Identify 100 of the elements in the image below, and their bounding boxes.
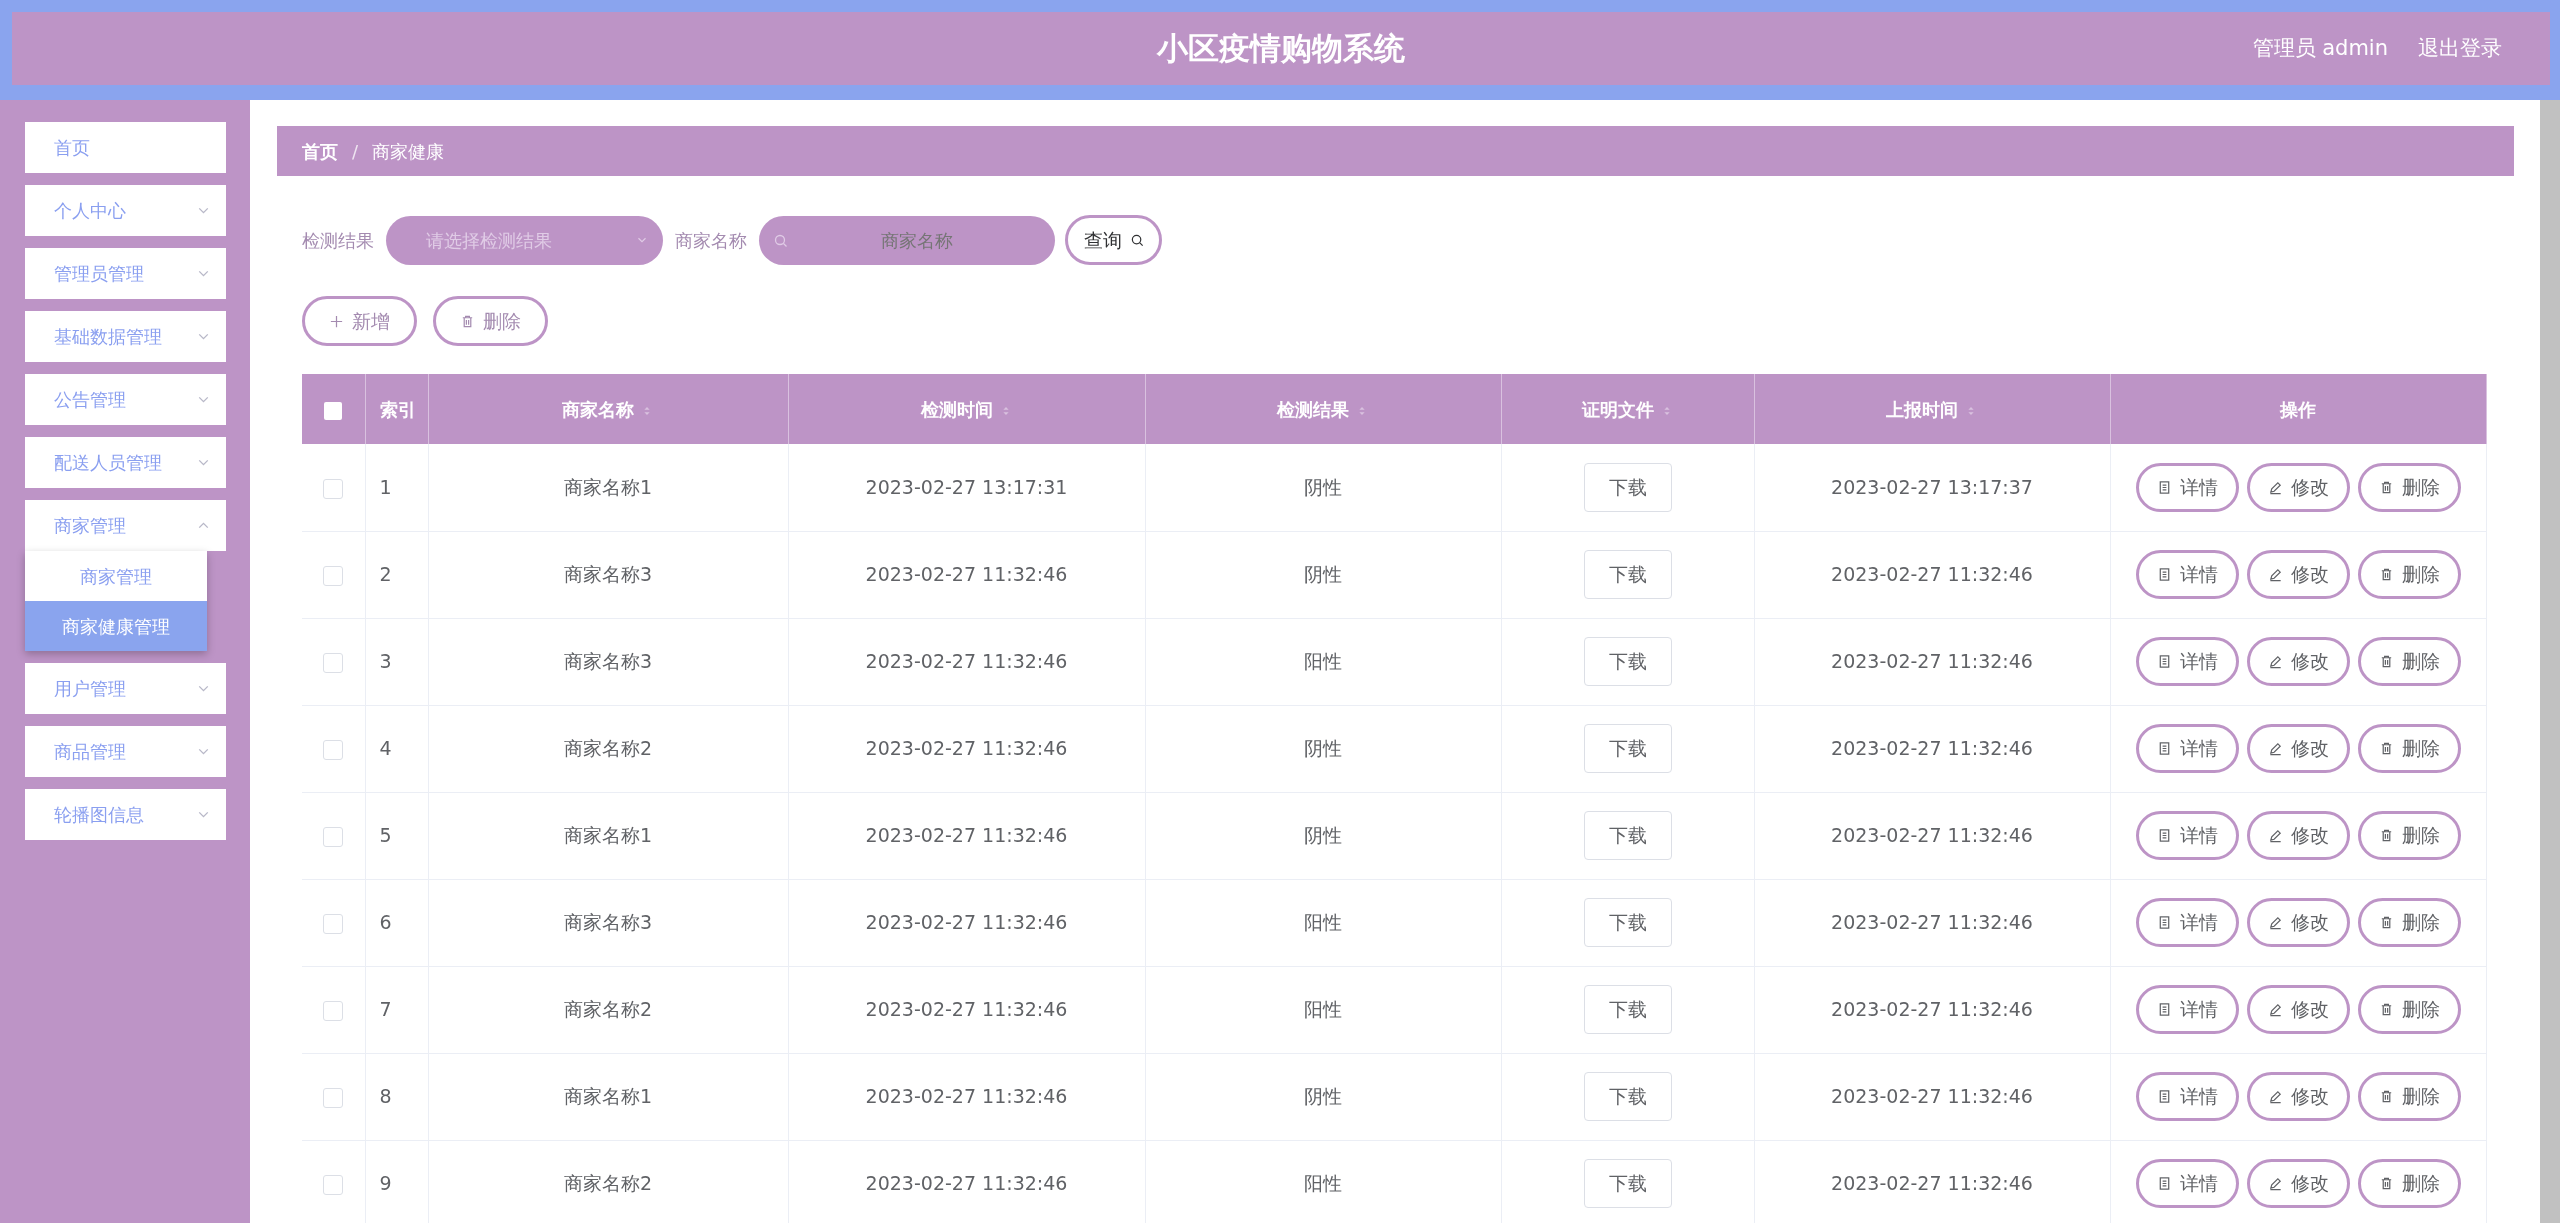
table-cell: 2023-02-27 11:32:46 (865, 563, 1068, 586)
table-cell: 阳性 (1304, 998, 1342, 1021)
download-button[interactable]: 下载 (1583, 550, 1672, 599)
filter-label: 检测结果 (302, 228, 374, 253)
table-cell: 2023-02-27 11:32:46 (1831, 737, 2033, 760)
table-cell: 阴性 (1304, 824, 1342, 847)
detail-button[interactable]: 详情 (2135, 550, 2239, 599)
table-cell: 2023-02-27 11:32:46 (865, 1172, 1068, 1195)
table-cell: 商家名称2 (563, 998, 653, 1021)
delete-button[interactable]: 删除 (2357, 550, 2461, 599)
table-cell: 2023-02-27 11:32:46 (865, 911, 1068, 934)
table-cell: 阳性 (1304, 1172, 1342, 1195)
pencil-icon (2267, 1089, 2283, 1104)
row-checkbox[interactable] (323, 478, 344, 499)
pencil-icon (2267, 1176, 2283, 1191)
row-checkbox[interactable] (323, 1000, 344, 1021)
table-cell: 商家名称2 (563, 737, 653, 760)
delete-button[interactable]: 删除 (2357, 985, 2461, 1034)
delete-button[interactable]: 删除 (2357, 898, 2461, 947)
delete-button[interactable]: 删除 (2357, 1159, 2461, 1208)
table-cell: 阳性 (1304, 911, 1342, 934)
pencil-icon (2267, 567, 2283, 582)
pencil-icon (2267, 479, 2283, 495)
add-button[interactable]: 新增 (302, 296, 417, 346)
row-checkbox[interactable] (323, 565, 344, 586)
pencil-icon (2267, 915, 2283, 930)
download-button[interactable]: 下载 (1583, 462, 1672, 512)
table-cell: 2023-02-27 11:32:46 (1831, 824, 2033, 847)
trash-icon (460, 313, 475, 329)
table-cell: 2023-02-27 11:32:46 (1831, 1172, 2033, 1195)
detail-button[interactable]: 详情 (2135, 637, 2239, 686)
table-cell: 1 (379, 476, 392, 498)
detail-button[interactable]: 详情 (2135, 985, 2239, 1034)
detail-button[interactable]: 详情 (2135, 462, 2239, 512)
row-checkbox[interactable] (323, 1174, 344, 1195)
plus-icon (329, 313, 344, 329)
breadcrumb-item: 商家健康 (372, 139, 445, 164)
select-all-checkbox[interactable] (324, 401, 343, 420)
download-button[interactable]: 下载 (1583, 724, 1672, 773)
filter-label: 商家名称 (675, 228, 747, 253)
detail-button[interactable]: 详情 (2135, 811, 2239, 860)
edit-button[interactable]: 修改 (2246, 898, 2350, 947)
table-cell: 7 (379, 998, 392, 1021)
breadcrumb-separator: / (352, 139, 359, 164)
detail-button[interactable]: 详情 (2135, 1159, 2239, 1208)
app-title: 小区疫情购物系统 (1157, 29, 1405, 69)
search-icon (773, 232, 789, 249)
detail-button[interactable]: 详情 (2135, 724, 2239, 773)
delete-button[interactable]: 删除 (2357, 811, 2461, 860)
query-button[interactable]: 查询 (1065, 215, 1162, 265)
download-button[interactable]: 下载 (1583, 898, 1672, 947)
edit-button[interactable]: 修改 (2246, 811, 2350, 860)
delete-button[interactable]: 删除 (2357, 462, 2461, 512)
delete-button[interactable]: 删除 (2357, 1072, 2461, 1121)
row-checkbox[interactable] (323, 652, 344, 673)
detail-button[interactable]: 详情 (2135, 898, 2239, 947)
table-cell: 2023-02-27 11:32:46 (865, 824, 1068, 847)
scrollbar[interactable] (2540, 100, 2560, 1223)
row-checkbox[interactable] (323, 826, 344, 847)
download-button[interactable]: 下载 (1583, 985, 1672, 1034)
table-cell: 商家名称2 (563, 1172, 653, 1195)
edit-button[interactable]: 修改 (2246, 550, 2350, 599)
edit-button[interactable]: 修改 (2246, 724, 2350, 773)
table-cell: 商家名称3 (563, 911, 653, 934)
download-button[interactable]: 下载 (1583, 637, 1672, 686)
row-checkbox[interactable] (323, 913, 344, 934)
table-cell: 商家名称1 (563, 824, 653, 847)
table-cell: 商家名称3 (563, 563, 653, 586)
download-button[interactable]: 下载 (1583, 1159, 1672, 1208)
table-cell: 2023-02-27 13:17:31 (865, 476, 1068, 498)
edit-button[interactable]: 修改 (2246, 1072, 2350, 1121)
table-cell: 4 (379, 737, 392, 760)
search-field[interactable]: 商家名称 (759, 215, 1055, 265)
table-cell: 2023-02-27 11:32:46 (1831, 1085, 2033, 1108)
table-cell: 8 (379, 1085, 392, 1108)
table-cell: 2023-02-27 11:32:46 (865, 650, 1068, 673)
edit-button[interactable]: 修改 (2246, 985, 2350, 1034)
table-cell: 2023-02-27 11:32:46 (1831, 911, 2033, 934)
table-cell: 阳性 (1304, 650, 1342, 673)
pencil-icon (2267, 828, 2283, 843)
table-cell: 2 (379, 563, 392, 586)
edit-button[interactable]: 修改 (2246, 1159, 2350, 1208)
table-cell: 2023-02-27 11:32:46 (1831, 563, 2033, 586)
pencil-icon (2267, 1002, 2283, 1017)
delete-button[interactable]: 删除 (2357, 637, 2461, 686)
delete-button[interactable]: 删除 (433, 296, 548, 346)
detail-button[interactable]: 详情 (2135, 1072, 2239, 1121)
table-cell: 2023-02-27 11:32:46 (1831, 650, 2033, 673)
table-cell: 2023-02-27 11:32:46 (865, 737, 1068, 760)
delete-button[interactable]: 删除 (2357, 724, 2461, 773)
table-cell: 5 (379, 824, 392, 847)
row-checkbox[interactable] (323, 1087, 344, 1108)
row-checkbox[interactable] (323, 739, 344, 760)
table-cell: 阴性 (1304, 737, 1342, 760)
edit-button[interactable]: 修改 (2246, 637, 2350, 686)
download-button[interactable]: 下载 (1583, 811, 1672, 860)
download-button[interactable]: 下载 (1583, 1072, 1672, 1121)
edit-button[interactable]: 修改 (2246, 462, 2350, 512)
table-cell: 9 (379, 1172, 392, 1195)
search-icon (1130, 232, 1145, 248)
